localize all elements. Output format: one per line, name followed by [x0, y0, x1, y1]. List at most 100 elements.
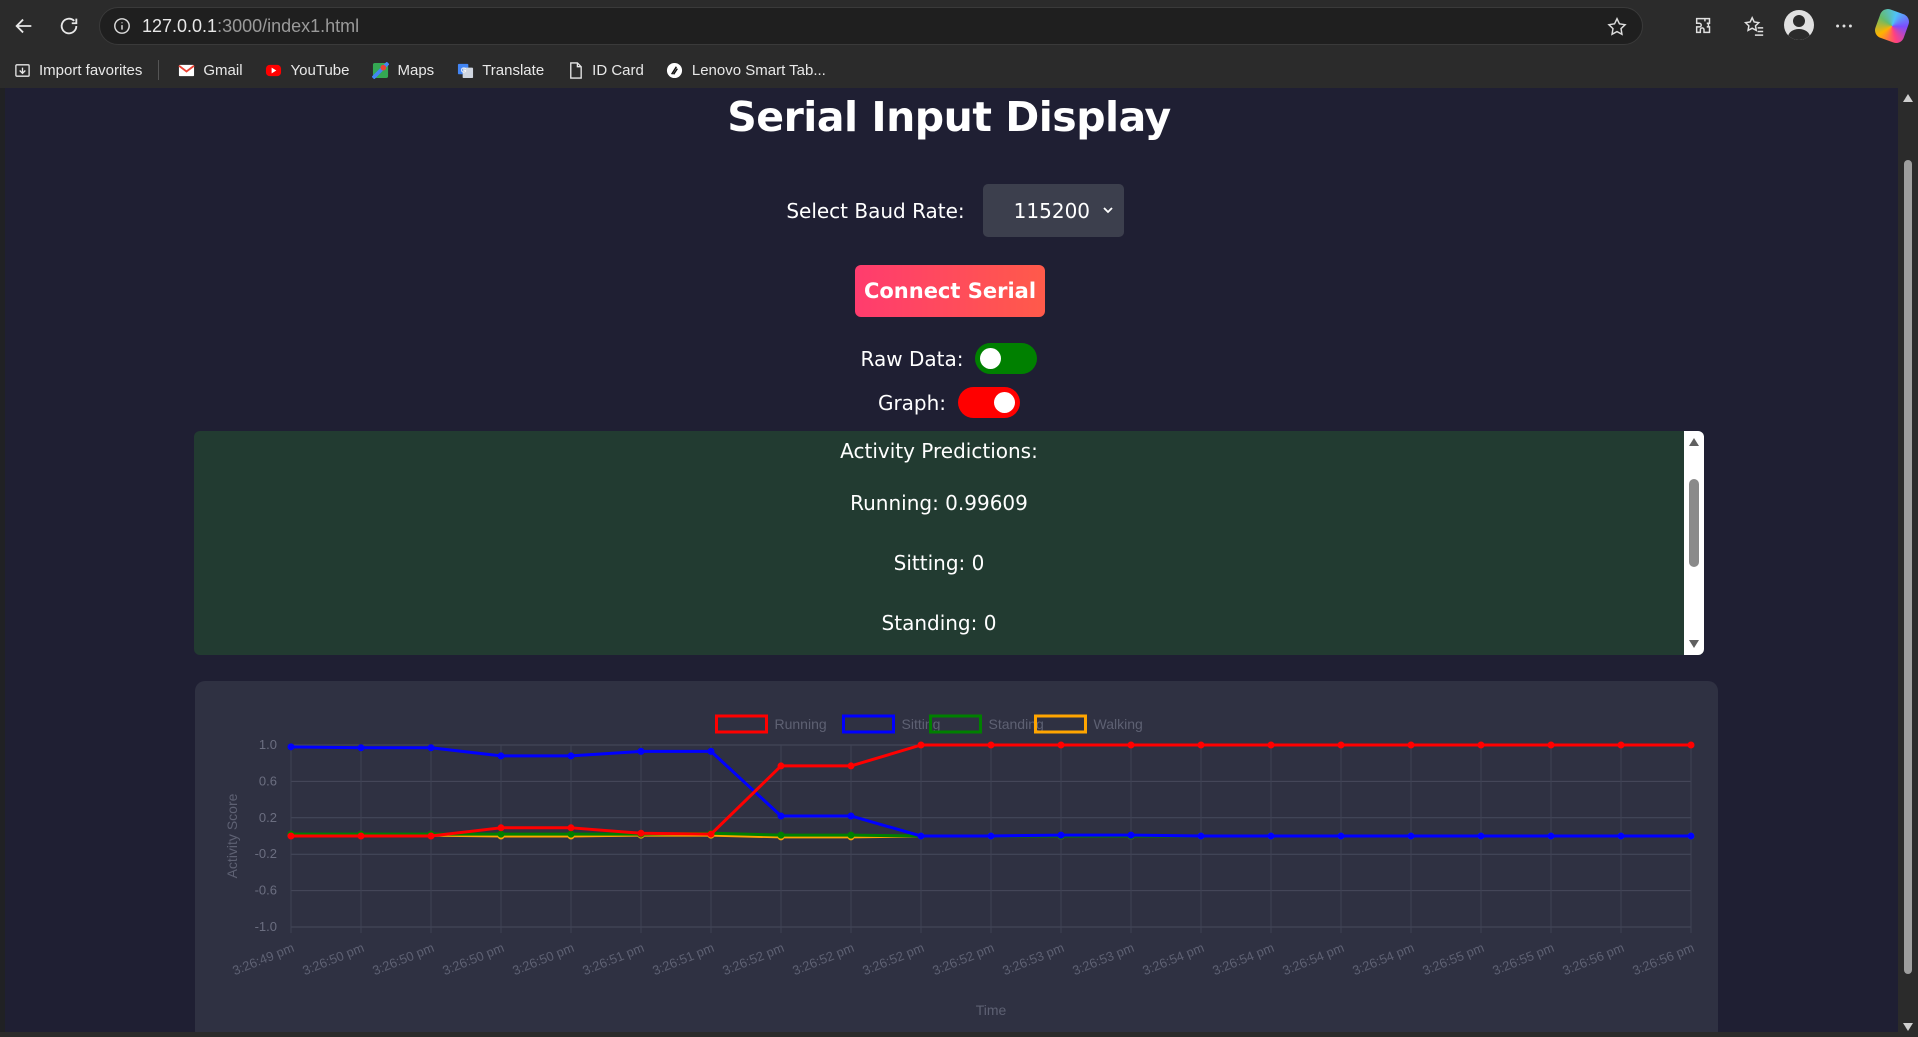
browser-toolbar: 127.0.0.1:3000/index1.html	[0, 0, 1918, 52]
x-tick-label: 3:26:52 pm	[860, 940, 926, 978]
x-tick-label: 3:26:54 pm	[1210, 940, 1276, 978]
scroll-thumb[interactable]	[1904, 160, 1912, 974]
x-tick-label: 3:26:53 pm	[1000, 940, 1066, 978]
bookmark-gmail[interactable]: Gmail	[177, 61, 243, 79]
data-point	[1407, 741, 1415, 749]
data-point	[1477, 741, 1485, 749]
y-tick-label: 0.6	[259, 773, 277, 788]
bookmark-label: Maps	[397, 61, 435, 79]
data-point	[987, 832, 995, 840]
bookmark-label: YouTube	[290, 61, 350, 79]
data-point	[777, 762, 785, 770]
bookmark-label: ID Card	[592, 61, 644, 79]
back-button[interactable]	[7, 9, 41, 43]
data-point	[1617, 832, 1625, 840]
x-tick-label: 3:26:52 pm	[790, 940, 856, 978]
data-point	[847, 812, 855, 820]
data-point	[1407, 832, 1415, 840]
page-scrollbar[interactable]	[1898, 88, 1918, 1037]
prediction-standing: Standing: 0	[881, 611, 997, 635]
data-point	[637, 829, 645, 837]
activity-predictions-panel[interactable]: Activity Predictions: Running: 0.99609 S…	[194, 431, 1704, 655]
data-point	[1197, 741, 1205, 749]
scroll-down-arrow-icon[interactable]	[1903, 1023, 1913, 1031]
predictions-heading: Activity Predictions:	[840, 439, 1038, 463]
data-point	[1337, 832, 1345, 840]
x-tick-label: 3:26:52 pm	[720, 940, 786, 978]
favorite-star-icon[interactable]	[1606, 16, 1628, 38]
url-path: :3000/index1.html	[217, 15, 360, 36]
extensions-icon[interactable]	[1690, 12, 1718, 40]
data-point	[707, 830, 715, 838]
bookmarks-separator	[158, 60, 160, 80]
data-point	[357, 832, 365, 840]
bookmark-label: Translate	[482, 61, 545, 79]
data-point	[917, 741, 925, 749]
scroll-up-arrow-icon[interactable]	[1903, 94, 1913, 102]
back-arrow-icon	[15, 18, 32, 34]
y-tick-label: 0.2	[259, 810, 277, 825]
more-menu-icon[interactable]	[1830, 12, 1858, 40]
predictions-scrollbar[interactable]	[1684, 431, 1704, 655]
bookmark-youtube[interactable]: YouTube	[265, 61, 350, 79]
gmail-icon	[177, 61, 195, 79]
data-point	[777, 812, 785, 820]
graph-toggle[interactable]	[958, 387, 1021, 418]
profile-avatar[interactable]	[1784, 10, 1814, 40]
data-point	[1477, 832, 1485, 840]
data-point	[427, 744, 435, 752]
chart-card: 1.0 0.6 0.2 -0.2 -0.6 -1.0 3:26:49 pm 3:26:50 p…	[195, 681, 1718, 1032]
svg-text:G: G	[460, 65, 466, 74]
scroll-down-arrow-icon[interactable]	[1689, 640, 1699, 648]
favorites-icon[interactable]	[1740, 12, 1768, 40]
data-point	[1057, 831, 1065, 839]
site-info-icon[interactable]	[112, 16, 132, 36]
bookmark-import-favorites[interactable]: Import favorites	[13, 61, 142, 79]
baud-rate-label: Select Baud Rate:	[786, 198, 965, 223]
y-tick-label: -0.2	[255, 846, 277, 861]
copilot-icon[interactable]	[1872, 6, 1912, 46]
legend-label: Walking	[1094, 716, 1143, 732]
bookmarks-bar: Import favorites Gmail YouTube Maps G Tr…	[0, 52, 1918, 88]
scroll-thumb[interactable]	[1689, 479, 1699, 567]
document-icon	[566, 61, 584, 79]
data-point	[497, 830, 505, 838]
data-point	[917, 832, 925, 840]
bookmark-id-card[interactable]: ID Card	[566, 61, 644, 79]
baud-rate-select[interactable]: 115200	[982, 184, 1124, 237]
graph-row: Graph:	[5, 387, 1893, 418]
x-tick-label: 3:26:50 pm	[440, 940, 506, 978]
data-point	[847, 762, 855, 770]
x-tick-label: 3:26:55 pm	[1420, 940, 1486, 978]
data-point	[1197, 832, 1205, 840]
bookmark-label: Lenovo Smart Tab...	[691, 61, 826, 79]
x-axis-title: Time	[976, 1002, 1007, 1018]
reload-icon	[60, 17, 78, 35]
maps-icon	[372, 61, 390, 79]
scroll-up-arrow-icon[interactable]	[1689, 438, 1699, 446]
raw-data-toggle[interactable]	[975, 343, 1038, 374]
x-tick-label: 3:26:56 pm	[1560, 940, 1626, 978]
bookmark-maps[interactable]: Maps	[372, 61, 435, 79]
prediction-sitting: Sitting: 0	[893, 551, 985, 575]
baud-rate-row: Select Baud Rate: 115200	[5, 184, 1893, 237]
bookmark-label: Gmail	[203, 61, 243, 79]
raw-data-label: Raw Data:	[860, 346, 964, 371]
toggle-knob	[994, 392, 1016, 413]
bookmark-lenovo[interactable]: Lenovo Smart Tab...	[666, 61, 826, 79]
graph-label: Graph:	[877, 390, 947, 415]
bookmark-translate[interactable]: G Translate	[456, 61, 544, 79]
data-point	[1687, 741, 1695, 749]
connect-serial-button[interactable]: Connect Serial	[855, 265, 1045, 317]
chevron-down-icon	[1103, 207, 1113, 214]
reload-button[interactable]	[52, 9, 86, 43]
window-bottom-edge	[0, 1032, 1898, 1037]
legend-label: Sitting	[902, 716, 941, 732]
x-tick-label: 3:26:54 pm	[1350, 940, 1416, 978]
y-tick-label: 1.0	[259, 737, 277, 752]
x-tick-label: 3:26:51 pm	[580, 940, 646, 978]
data-point	[707, 747, 715, 755]
address-bar[interactable]: 127.0.0.1:3000/index1.html	[99, 7, 1643, 45]
translate-icon: G	[456, 61, 474, 79]
x-tick-label: 3:26:53 pm	[1070, 940, 1136, 978]
